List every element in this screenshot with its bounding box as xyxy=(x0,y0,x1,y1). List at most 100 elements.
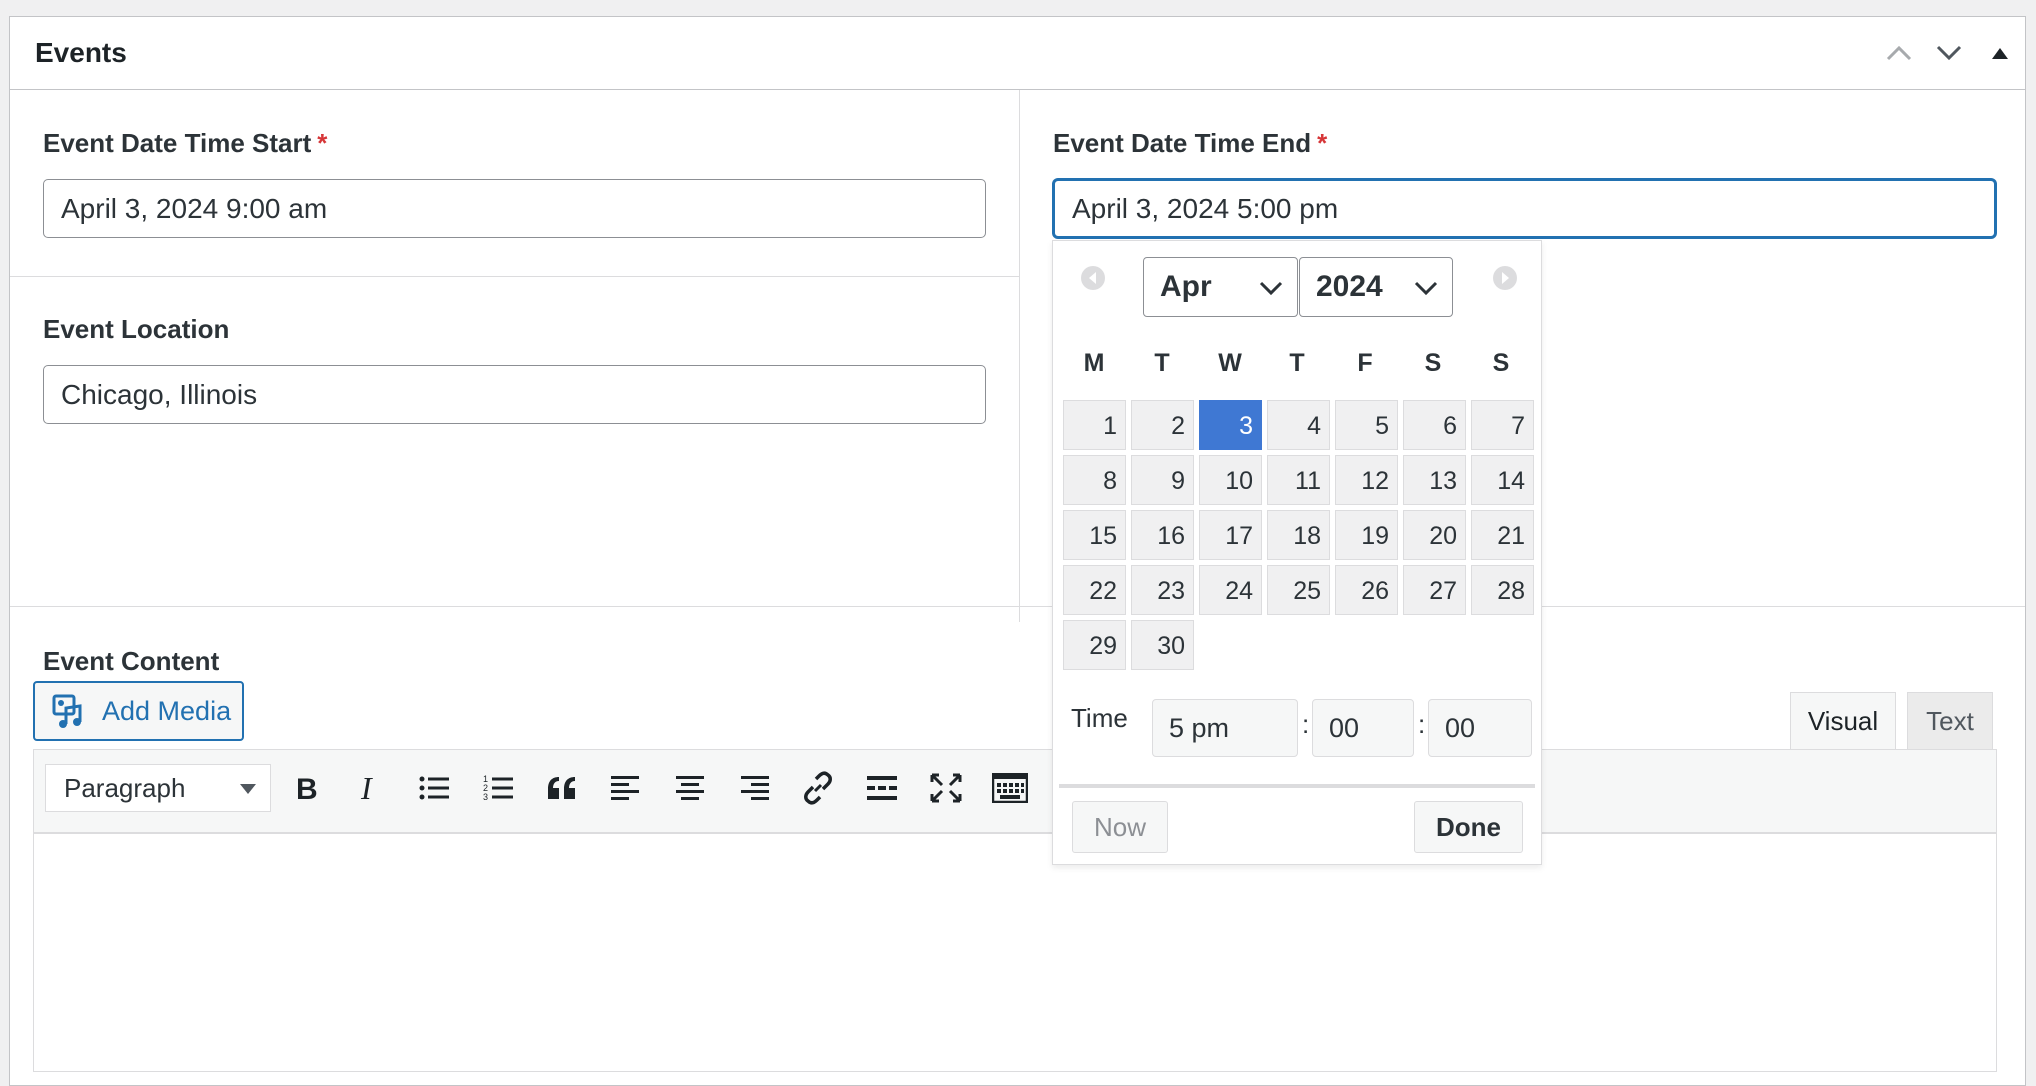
datepicker: Apr 2024 M T W T F S S 1 2 3 4 5 6 7 8 9… xyxy=(1052,240,1542,865)
month-select[interactable]: Apr xyxy=(1143,257,1298,317)
now-button[interactable]: Now xyxy=(1072,801,1168,853)
calendar-day[interactable]: 12 xyxy=(1335,455,1398,505)
time-colon: : xyxy=(1418,709,1426,739)
calendar-day[interactable]: 19 xyxy=(1335,510,1398,560)
end-date-input[interactable]: April 3, 2024 5:00 pm xyxy=(1053,179,1996,238)
hour-select[interactable]: 5 pm xyxy=(1152,699,1298,757)
align-right-icon xyxy=(741,776,769,800)
panel-title: Events xyxy=(35,37,127,68)
calendar-day[interactable]: 14 xyxy=(1471,455,1534,505)
align-left-button[interactable] xyxy=(604,766,648,810)
numbered-list-icon: 1 2 3 xyxy=(483,774,513,802)
calendar-day[interactable]: 27 xyxy=(1403,565,1466,615)
svg-text:B: B xyxy=(296,773,318,803)
time-label: Time xyxy=(1071,703,1128,733)
calendar-day[interactable]: 29 xyxy=(1063,620,1126,670)
second-select[interactable]: 00 xyxy=(1428,699,1532,757)
calendar-day[interactable]: 1 xyxy=(1063,400,1126,450)
bullet-list-button[interactable] xyxy=(412,766,456,810)
chevron-down-icon xyxy=(1936,45,1962,61)
align-center-icon xyxy=(676,776,704,800)
calendar-day[interactable]: 13 xyxy=(1403,455,1466,505)
start-date-input[interactable]: April 3, 2024 9:00 am xyxy=(43,179,986,238)
calendar-day[interactable]: 6 xyxy=(1403,400,1466,450)
minute-select[interactable]: 00 xyxy=(1312,699,1414,757)
toggle-panel-button[interactable] xyxy=(1980,35,2020,71)
blockquote-icon xyxy=(548,777,575,799)
weekday-header: S xyxy=(1424,349,1442,377)
time-colon: : xyxy=(1302,709,1310,739)
triangle-up-icon xyxy=(1992,48,2008,59)
calendar-day[interactable]: 24 xyxy=(1199,565,1262,615)
editor-content-area[interactable] xyxy=(33,832,1997,1072)
calendar-day[interactable]: 26 xyxy=(1335,565,1398,615)
chevron-down-icon xyxy=(1414,281,1438,296)
tab-visual[interactable]: Visual xyxy=(1790,692,1896,750)
align-center-button[interactable] xyxy=(668,766,712,810)
move-down-button[interactable] xyxy=(1929,35,1969,71)
calendar-day[interactable]: 10 xyxy=(1199,455,1262,505)
prev-month-button[interactable] xyxy=(1078,263,1108,293)
calendar-day[interactable]: 15 xyxy=(1063,510,1126,560)
prev-arrow-icon xyxy=(1081,266,1105,290)
start-date-label: Event Date Time Start * xyxy=(43,128,327,159)
keyboard-icon xyxy=(992,773,1028,803)
calendar-day-selected[interactable]: 3 xyxy=(1199,400,1262,450)
calendar-day[interactable]: 23 xyxy=(1131,565,1194,615)
calendar-day[interactable]: 4 xyxy=(1267,400,1330,450)
calendar-day[interactable]: 20 xyxy=(1403,510,1466,560)
read-more-button[interactable] xyxy=(860,766,904,810)
add-media-button[interactable]: Add Media xyxy=(33,681,244,741)
required-asterisk: * xyxy=(1317,128,1328,158)
toolbar-toggle-button[interactable] xyxy=(988,766,1032,810)
end-date-label-text: Event Date Time End xyxy=(1053,128,1312,158)
numbered-list-button[interactable]: 1 2 3 xyxy=(476,766,520,810)
done-button[interactable]: Done xyxy=(1414,801,1523,853)
fullscreen-button[interactable] xyxy=(924,766,968,810)
calendar-day[interactable]: 30 xyxy=(1131,620,1194,670)
weekday-header: T xyxy=(1154,349,1170,377)
calendar-day[interactable]: 25 xyxy=(1267,565,1330,615)
calendar-day[interactable]: 22 xyxy=(1063,565,1126,615)
calendar-day[interactable]: 16 xyxy=(1131,510,1194,560)
format-select[interactable]: Paragraph xyxy=(45,764,271,812)
bullet-list-icon xyxy=(419,776,449,800)
month-value: Apr xyxy=(1160,270,1212,303)
calendar-day[interactable]: 2 xyxy=(1131,400,1194,450)
location-input[interactable]: Chicago, Illinois xyxy=(43,365,986,424)
align-right-button[interactable] xyxy=(732,766,776,810)
italic-button[interactable]: I xyxy=(348,766,392,810)
bold-button[interactable]: B xyxy=(284,766,328,810)
calendar-day[interactable]: 9 xyxy=(1131,455,1194,505)
calendar-day[interactable]: 7 xyxy=(1471,400,1534,450)
row-divider xyxy=(10,276,1019,277)
calendar-day[interactable]: 18 xyxy=(1267,510,1330,560)
required-asterisk: * xyxy=(317,128,328,158)
calendar-day[interactable]: 8 xyxy=(1063,455,1126,505)
section-divider xyxy=(10,606,2025,607)
year-select[interactable]: 2024 xyxy=(1299,257,1453,317)
tab-text[interactable]: Text xyxy=(1907,692,1993,750)
next-month-button[interactable] xyxy=(1490,263,1520,293)
calendar-day[interactable]: 17 xyxy=(1199,510,1262,560)
link-button[interactable] xyxy=(796,766,840,810)
calendar-day[interactable]: 5 xyxy=(1335,400,1398,450)
calendar-day[interactable]: 11 xyxy=(1267,455,1330,505)
chevron-up-icon xyxy=(1886,45,1912,61)
calendar-day[interactable]: 21 xyxy=(1471,510,1534,560)
svg-text:3: 3 xyxy=(483,792,488,802)
datepicker-divider xyxy=(1059,784,1535,788)
caret-down-icon xyxy=(240,784,256,794)
add-media-label: Add Media xyxy=(102,695,232,726)
column-divider xyxy=(1019,90,1020,622)
svg-text:I: I xyxy=(360,773,373,803)
start-date-label-text: Event Date Time Start xyxy=(43,128,312,158)
calendar-day[interactable]: 28 xyxy=(1471,565,1534,615)
move-up-button[interactable] xyxy=(1879,35,1919,71)
blockquote-button[interactable] xyxy=(540,766,584,810)
link-icon xyxy=(804,771,832,805)
weekday-header: F xyxy=(1357,349,1373,377)
fullscreen-icon xyxy=(930,773,962,803)
italic-icon: I xyxy=(360,773,373,803)
end-date-label: Event Date Time End * xyxy=(1053,128,1327,159)
